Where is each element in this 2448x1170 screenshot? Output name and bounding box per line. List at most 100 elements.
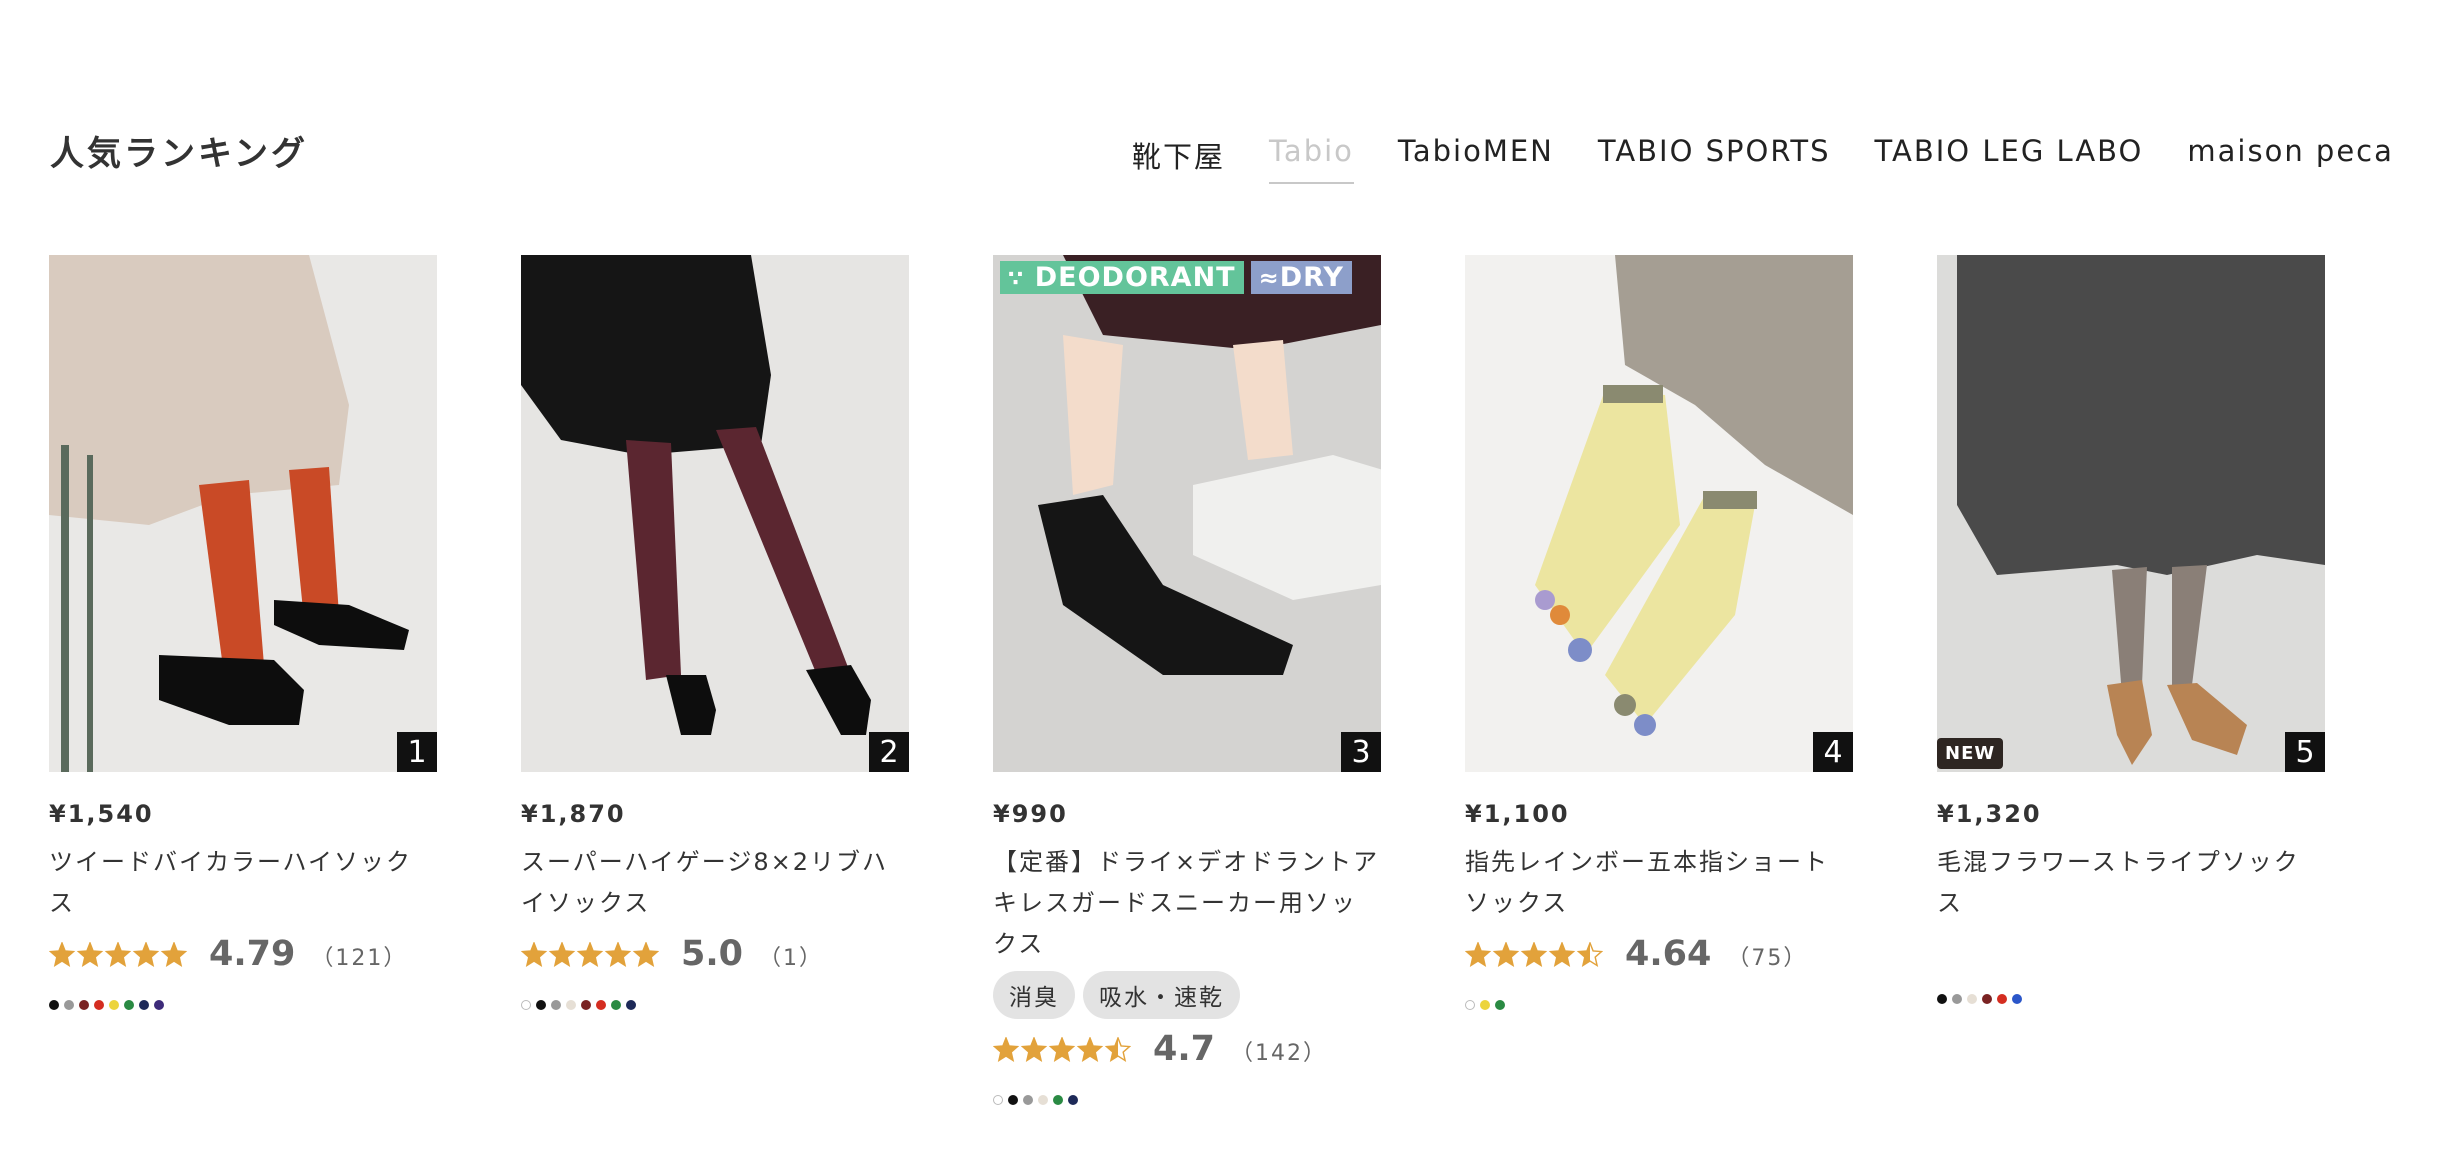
color-swatch[interactable]	[1952, 994, 1962, 1004]
product-image[interactable]: 1	[49, 255, 437, 772]
tab-tabiomen[interactable]: TabioMEN	[1398, 134, 1554, 184]
tab-tabio-leg-labo[interactable]: TABIO LEG LABO	[1875, 134, 2144, 184]
color-swatch[interactable]	[626, 1000, 636, 1010]
product-image[interactable]: ∵ DEODORANT ≈DRY 3	[993, 255, 1381, 772]
rating-score: 4.79	[209, 934, 296, 974]
tag-deodorant[interactable]: 消臭	[993, 971, 1075, 1019]
color-swatch[interactable]	[566, 1000, 576, 1010]
rank-badge: 2	[869, 732, 909, 772]
product-card[interactable]: ∵ DEODORANT ≈DRY 3 ¥990 【定番】ドライ×デオドラントアキ…	[993, 255, 1381, 1105]
star-icon	[577, 941, 603, 967]
product-price: ¥1,870	[521, 800, 626, 828]
tag-quick-dry[interactable]: 吸水・速乾	[1083, 971, 1240, 1019]
color-swatch[interactable]	[1068, 1095, 1078, 1105]
star-icon	[133, 941, 159, 967]
star-icon	[1577, 941, 1603, 967]
brand-tabs: 靴下屋 Tabio TabioMEN TABIO SPORTS TABIO LE…	[1132, 134, 2394, 184]
product-name[interactable]: 指先レインボー五本指ショートソックス	[1465, 842, 1853, 924]
product-price: ¥1,540	[49, 800, 154, 828]
product-name[interactable]: 【定番】ドライ×デオドラントアキレスガードスニーカー用ソックス	[993, 842, 1381, 965]
color-swatch[interactable]	[94, 1000, 104, 1010]
color-swatch[interactable]	[1937, 994, 1947, 1004]
rating-score: 4.7	[1153, 1029, 1216, 1069]
star-icon	[633, 941, 659, 967]
color-swatch[interactable]	[1053, 1095, 1063, 1105]
tab-kutsushitaya[interactable]: 靴下屋	[1132, 134, 1225, 184]
star-icon	[521, 941, 547, 967]
color-swatch[interactable]	[1967, 994, 1977, 1004]
rating-stars	[521, 941, 661, 967]
star-icon	[1521, 941, 1547, 967]
rating-score: 5.0	[681, 934, 744, 974]
color-swatch[interactable]	[109, 1000, 119, 1010]
color-swatch[interactable]	[1495, 1000, 1505, 1010]
product-name[interactable]: 毛混フラワーストライプソックス	[1937, 842, 2325, 924]
star-icon	[549, 941, 575, 967]
product-rating: 4.7 （142）	[993, 1029, 1381, 1069]
product-image[interactable]: 2	[521, 255, 909, 772]
color-swatch[interactable]	[1997, 994, 2007, 1004]
review-count[interactable]: （142）	[1231, 1035, 1327, 1067]
product-image[interactable]: NEW 5	[1937, 255, 2325, 772]
star-icon	[1021, 1036, 1047, 1062]
color-swatch[interactable]	[1008, 1095, 1018, 1105]
color-swatch[interactable]	[521, 1000, 531, 1010]
review-count[interactable]: （121）	[311, 940, 407, 972]
color-swatch[interactable]	[551, 1000, 561, 1010]
rank-badge: 5	[2285, 732, 2325, 772]
color-swatch[interactable]	[139, 1000, 149, 1010]
product-rating: 4.79 （121）	[49, 934, 437, 974]
color-swatch[interactable]	[2012, 994, 2022, 1004]
color-swatch[interactable]	[993, 1095, 1003, 1105]
rank-badge: 1	[397, 732, 437, 772]
ranking-title: 人気ランキング	[50, 134, 308, 174]
feature-badges: ∵ DEODORANT ≈DRY	[1000, 261, 1352, 294]
color-swatch[interactable]	[154, 1000, 164, 1010]
color-swatches	[1465, 1000, 1853, 1010]
review-count[interactable]: （75）	[1727, 940, 1807, 972]
color-swatches	[993, 1095, 1381, 1105]
product-price: ¥1,100	[1465, 800, 1570, 828]
color-swatch[interactable]	[1038, 1095, 1048, 1105]
color-swatch[interactable]	[1465, 1000, 1475, 1010]
star-icon	[105, 941, 131, 967]
product-rating: 4.64 （75）	[1465, 934, 1853, 974]
color-swatch[interactable]	[1982, 994, 1992, 1004]
star-icon	[993, 1036, 1019, 1062]
product-price: ¥990	[993, 800, 1068, 828]
deodorant-icon: ∵	[1008, 267, 1025, 292]
color-swatch[interactable]	[64, 1000, 74, 1010]
color-swatch[interactable]	[79, 1000, 89, 1010]
color-swatches	[521, 1000, 909, 1010]
star-icon	[77, 941, 103, 967]
product-card[interactable]: 2 ¥1,870 スーパーハイゲージ8×2リブハイソックス 5.0 （1）	[521, 255, 909, 1105]
product-rating: 5.0 （1）	[521, 934, 909, 974]
product-list: 1 ¥1,540 ツイードバイカラーハイソックス 4.79 （121） 2 ¥1…	[49, 255, 2325, 1105]
product-price: ¥1,320	[1937, 800, 2042, 828]
rating-stars	[993, 1036, 1133, 1062]
tab-tabio-sports[interactable]: TABIO SPORTS	[1598, 134, 1831, 184]
product-card[interactable]: NEW 5 ¥1,320 毛混フラワーストライプソックス	[1937, 255, 2325, 1105]
tab-tabio[interactable]: Tabio	[1269, 134, 1354, 184]
review-count[interactable]: （1）	[759, 940, 823, 972]
rating-stars	[49, 941, 189, 967]
product-card[interactable]: 4 ¥1,100 指先レインボー五本指ショートソックス 4.64 （75）	[1465, 255, 1853, 1105]
color-swatch[interactable]	[596, 1000, 606, 1010]
product-card[interactable]: 1 ¥1,540 ツイードバイカラーハイソックス 4.79 （121）	[49, 255, 437, 1105]
star-icon	[1465, 941, 1491, 967]
star-icon	[1049, 1036, 1075, 1062]
color-swatch[interactable]	[581, 1000, 591, 1010]
color-swatch[interactable]	[124, 1000, 134, 1010]
new-badge: NEW	[1937, 738, 2004, 769]
color-swatch[interactable]	[1023, 1095, 1033, 1105]
tab-maison-peca[interactable]: maison peca	[2187, 134, 2394, 184]
color-swatch[interactable]	[49, 1000, 59, 1010]
product-name[interactable]: ツイードバイカラーハイソックス	[49, 842, 437, 924]
color-swatch[interactable]	[611, 1000, 621, 1010]
product-name[interactable]: スーパーハイゲージ8×2リブハイソックス	[521, 842, 909, 924]
star-icon	[1077, 1036, 1103, 1062]
product-image[interactable]: 4	[1465, 255, 1853, 772]
product-photo	[1937, 255, 2325, 772]
color-swatch[interactable]	[536, 1000, 546, 1010]
color-swatch[interactable]	[1480, 1000, 1490, 1010]
